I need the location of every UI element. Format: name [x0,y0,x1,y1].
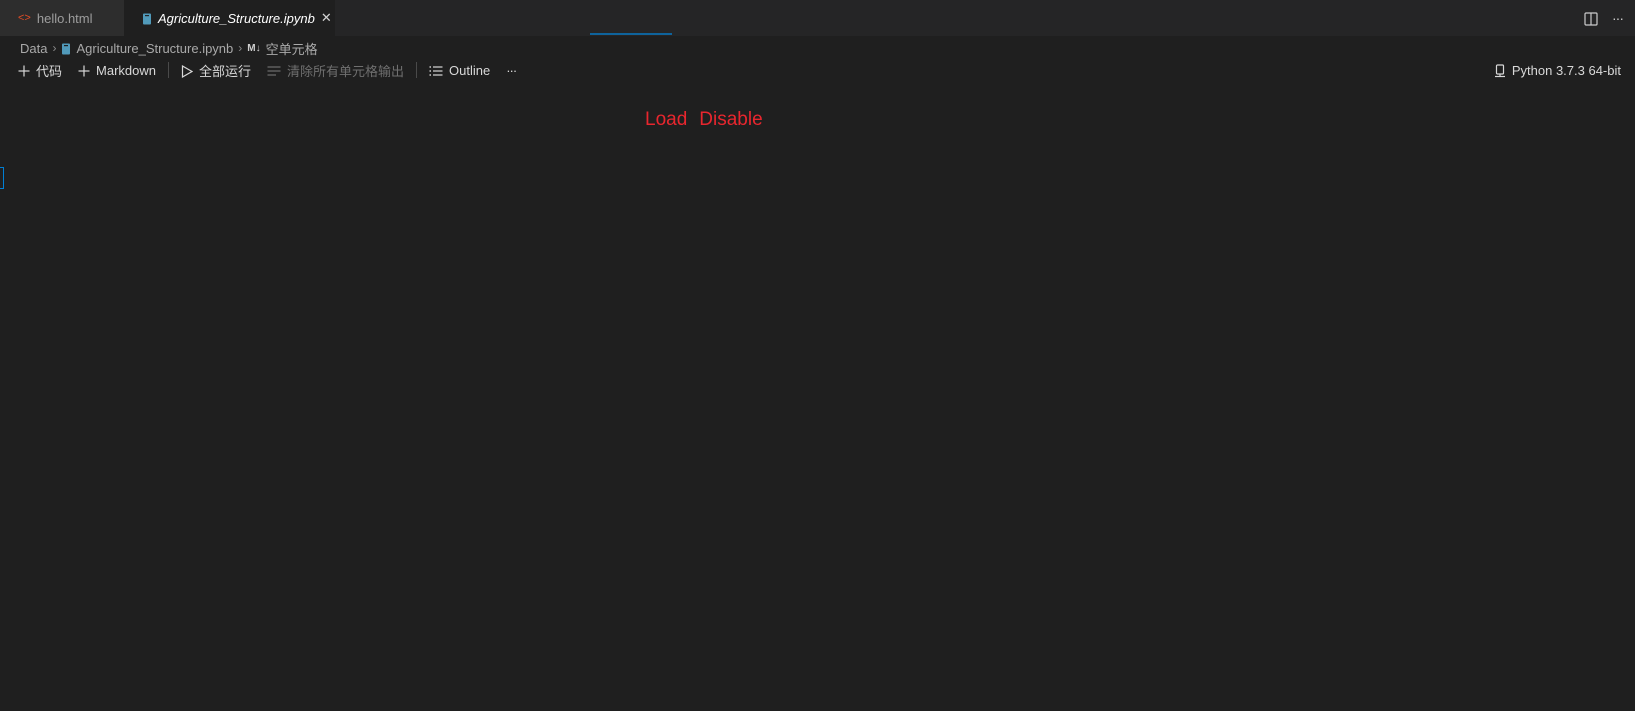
add-code-cell-button[interactable]: 代码 [12,61,68,80]
outline-button[interactable]: Outline [423,63,496,78]
notebook-icon [142,11,152,26]
breadcrumb-cell[interactable]: 空单元格 [266,39,318,58]
markdown-icon: M↓ [247,42,261,54]
cell-focus-indicator [0,167,4,189]
editor-actions: ··· [1584,0,1635,36]
html-code-icon: <> [18,12,31,24]
tab-label: Agriculture_Structure.ipynb [158,10,315,26]
close-icon[interactable]: ✕ [321,10,332,26]
tab-agriculture-notebook[interactable]: Agriculture_Structure.ipynb ✕ [124,0,335,36]
plus-icon [78,63,90,78]
outline-label: Outline [449,62,491,78]
clear-outputs-label: 清除所有单元格输出 [287,63,405,79]
tab-label: hello.html [36,10,93,26]
list-icon [429,63,443,78]
clear-all-icon [267,63,281,78]
breadcrumb-file[interactable]: Agriculture_Structure.ipynb [76,41,233,56]
notebook-icon [61,41,71,56]
editor-window: <> hello.html Agriculture_Structure.ipyn… [0,0,1635,711]
chevron-right-icon: › [238,41,243,55]
kernel-picker[interactable]: Python 3.7.3 64-bit [1494,60,1621,80]
add-markdown-label: Markdown [96,62,156,78]
add-markdown-cell-button[interactable]: Markdown [72,63,162,78]
run-all-button[interactable]: 全部运行 [175,61,257,80]
toolbar-divider [416,62,418,78]
split-editor-icon[interactable] [1584,10,1598,26]
load-label[interactable]: Load [645,109,687,131]
clear-outputs-button[interactable]: 清除所有单元格输出 [261,61,410,80]
add-code-label: 代码 [36,63,63,79]
toolbar-divider [167,62,169,78]
breadcrumb-folder[interactable]: Data [20,41,47,56]
chevron-right-icon: › [52,41,57,55]
load-status: Load Disable [645,109,763,131]
more-actions-icon[interactable]: ··· [1612,10,1624,26]
breadcrumb: Data › Agriculture_Structure.ipynb › M↓ … [20,38,318,58]
plus-icon [18,63,30,78]
more-toolbar-actions-button[interactable]: ··· [500,63,522,78]
run-all-label: 全部运行 [198,63,251,79]
run-icon [181,62,193,78]
server-icon [1494,62,1506,78]
notebook-toolbar: 代码 Markdown 全部运行 清除所有单元格输出 Outline ··· P… [12,60,1635,80]
tab-hello-html[interactable]: <> hello.html [0,0,124,36]
kernel-label: Python 3.7.3 64-bit [1511,62,1621,78]
tab-scroll-indicator [590,33,672,35]
disable-label[interactable]: Disable [699,109,762,131]
tab-bar: <> hello.html Agriculture_Structure.ipyn… [0,0,1635,36]
ellipsis-icon: ··· [506,62,517,78]
